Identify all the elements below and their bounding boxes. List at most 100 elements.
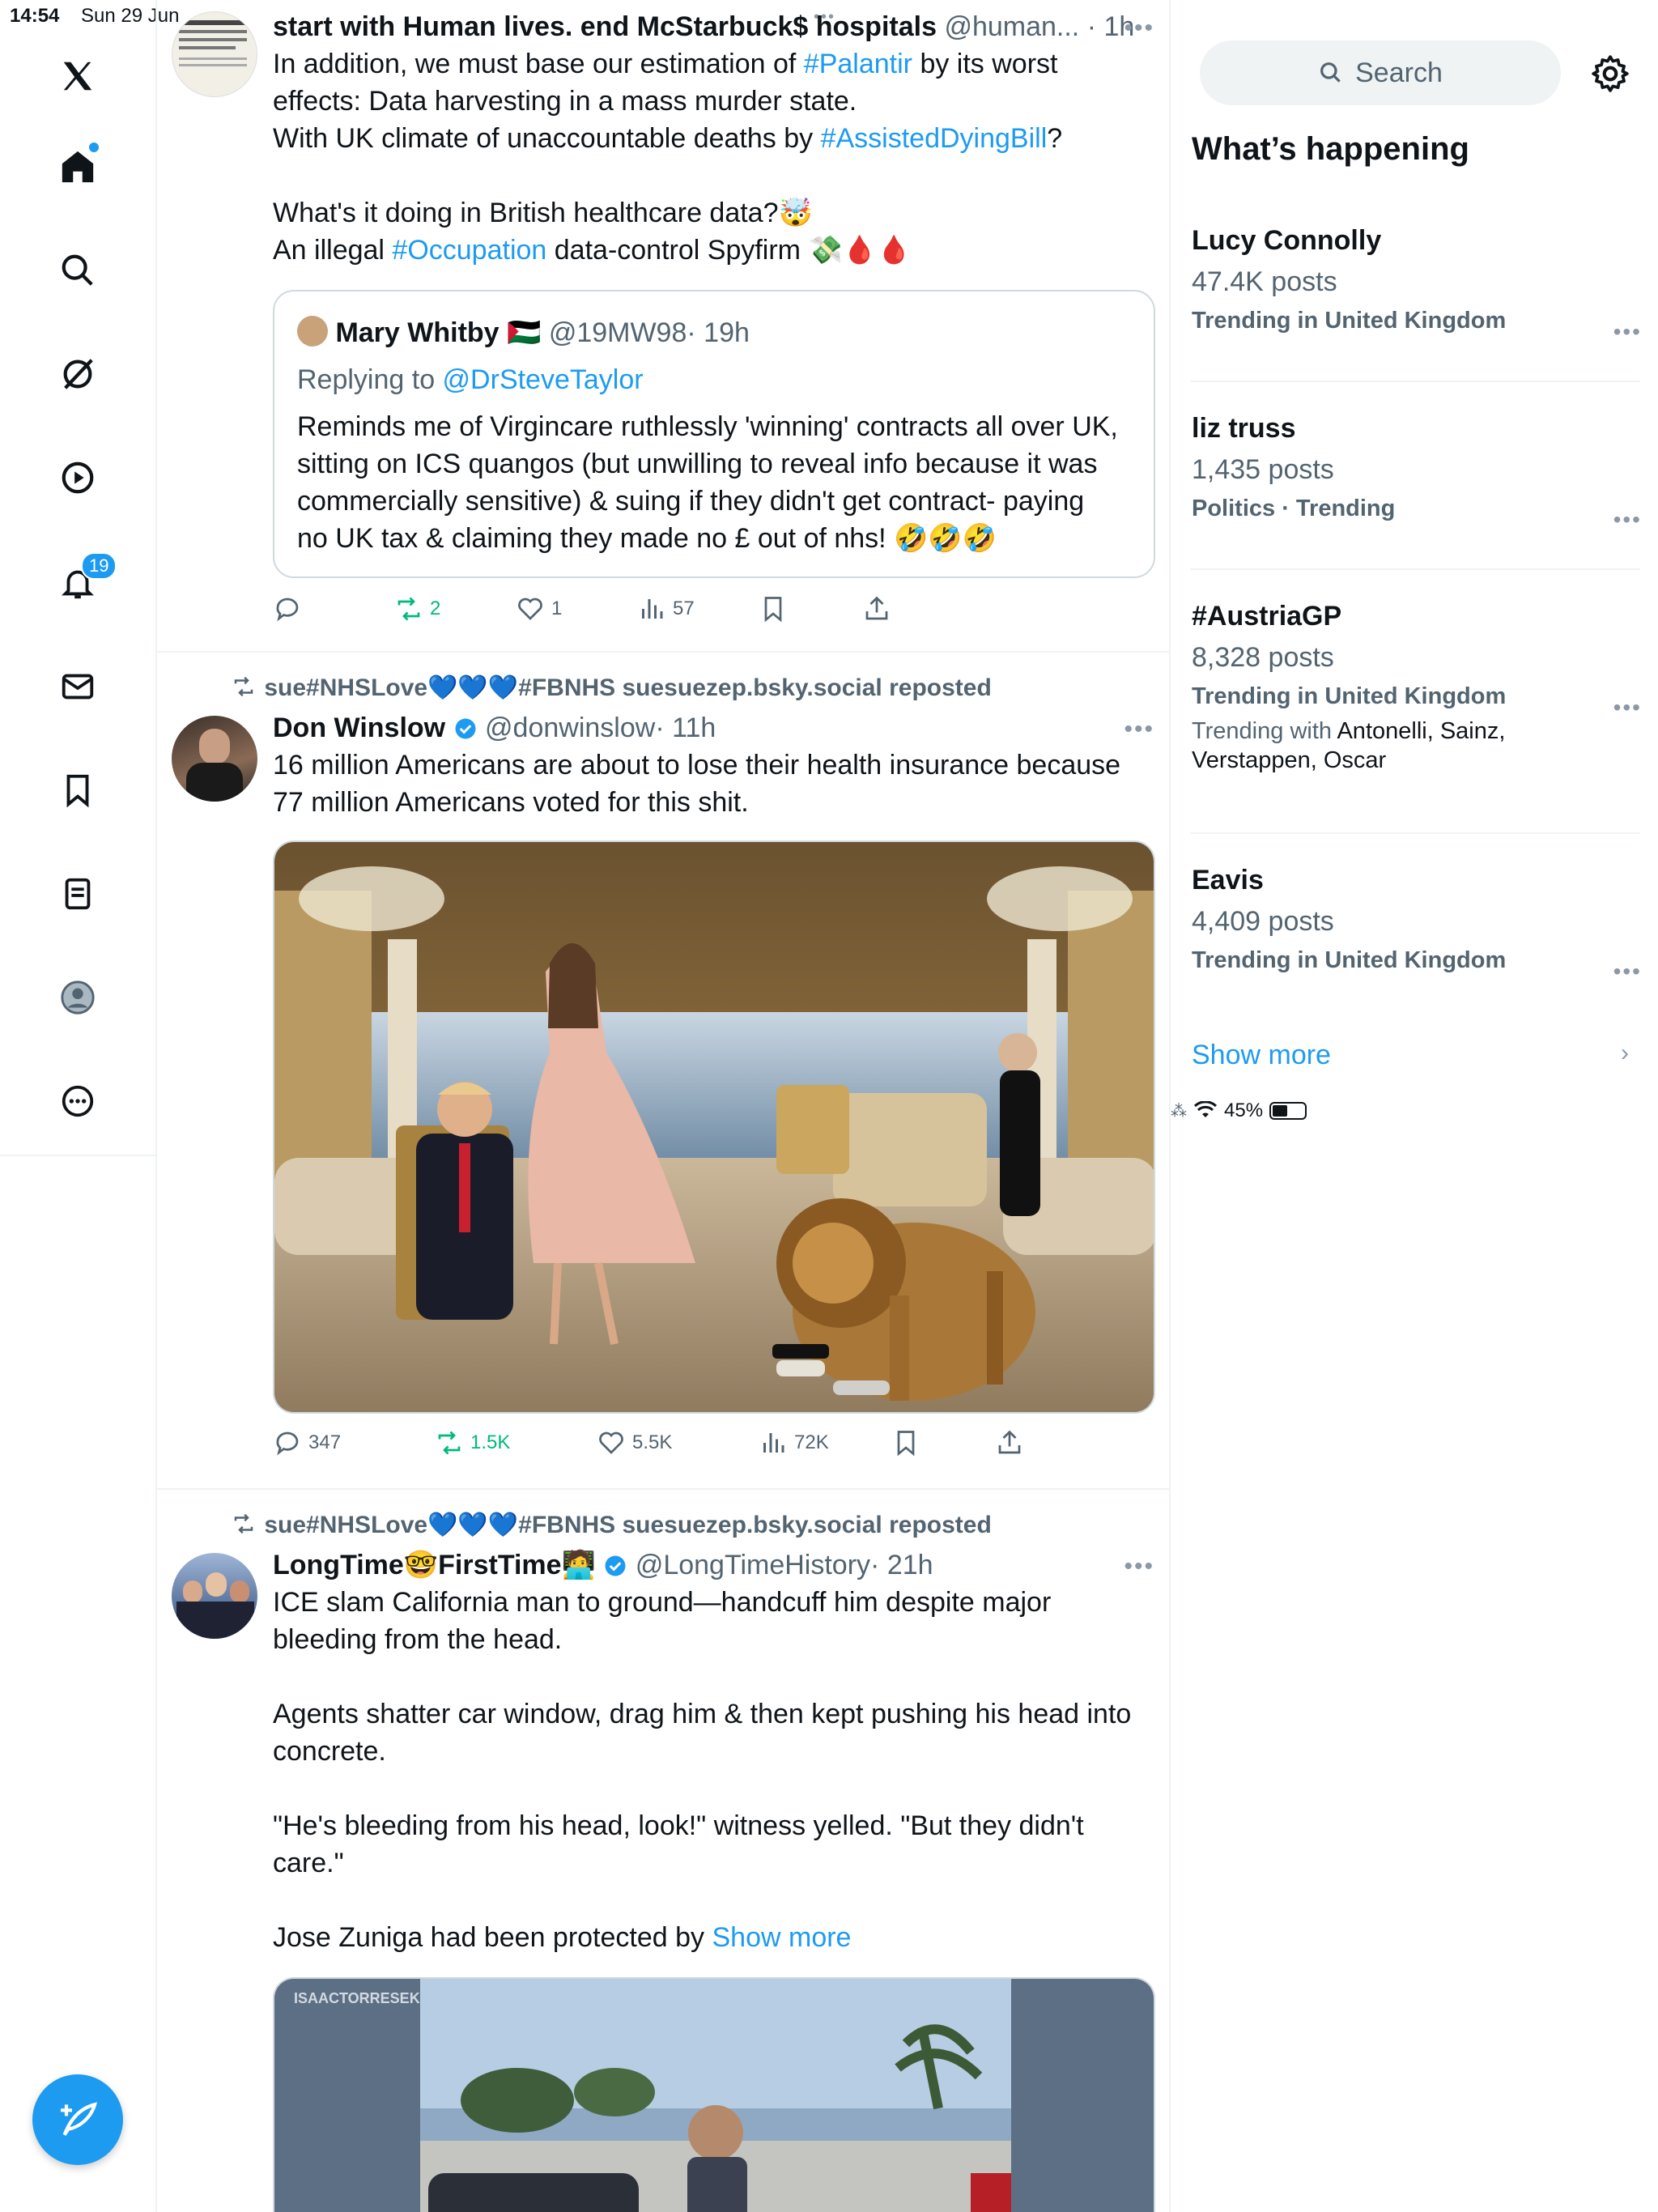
video-watermark: ISAACTORRESEK xyxy=(294,1990,420,2006)
author-handle[interactable]: @donwinslow xyxy=(485,713,655,743)
trend-item[interactable]: Lucy Connolly 47.4K posts Trending in Un… xyxy=(1192,225,1645,344)
trend-count: 8,328 posts xyxy=(1192,642,1334,673)
notifications-badge: 19 xyxy=(81,552,117,580)
tweet-1-text-line-3: With UK climate of unaccountable deaths … xyxy=(273,123,1063,154)
tweet-3[interactable]: sue#NHSLove💙💙💙#FBNHS suesuezep.bsky.soci… xyxy=(157,1490,1169,2212)
tweet-2-actions: 347 1.5K 5.5K 72K xyxy=(273,1428,1021,1461)
repost-button[interactable]: 1.5K xyxy=(435,1428,510,1457)
replying-to-handle[interactable]: @DrSteveTaylor xyxy=(443,364,644,395)
repost-count: 1.5K xyxy=(470,1431,511,1453)
verified-icon xyxy=(455,718,476,739)
trend-with: Trending with Antonelli, Sainz, Verstappe… xyxy=(1192,718,1506,773)
tweet-3-video[interactable]: ISAACTORRESEK xyxy=(273,1977,1155,2212)
quoted-text-line-3: commercially sensitive) & suing if they … xyxy=(297,486,1085,517)
verified-icon xyxy=(605,1555,626,1576)
grok-icon[interactable] xyxy=(52,348,104,400)
search-icon[interactable] xyxy=(52,245,104,296)
quoted-author-name[interactable]: Mary Whitby 🇵🇸 xyxy=(335,317,541,348)
settings-gear-icon[interactable] xyxy=(1590,53,1630,94)
trend-title: #AustriaGP xyxy=(1192,601,1342,632)
more-icon[interactable] xyxy=(52,1075,104,1127)
profile-icon[interactable] xyxy=(52,972,104,1023)
trend-item[interactable]: Eavis 4,409 posts Trending in United Kin… xyxy=(1192,865,1645,984)
bookmark-icon xyxy=(764,597,782,623)
reposted-by[interactable]: sue#NHSLove💙💙💙#FBNHS suesuezep.bsky.soci… xyxy=(230,674,992,702)
show-more-link[interactable]: Show more xyxy=(712,1922,852,1953)
x-logo-icon[interactable] xyxy=(52,50,104,102)
search-input[interactable]: Search xyxy=(1200,40,1561,105)
post-time[interactable]: · 21h xyxy=(870,1550,933,1580)
share-button[interactable] xyxy=(995,1428,1024,1457)
views-button[interactable]: 57 xyxy=(637,594,695,623)
notifications-icon[interactable]: 19 xyxy=(52,552,117,609)
hashtag-occupation[interactable]: #Occupation xyxy=(392,235,546,266)
tweet-3-text-line-6: care." xyxy=(273,1848,344,1878)
messages-icon[interactable] xyxy=(52,661,104,713)
tweet-1-text-line-1: In addition, we must base our estimation… xyxy=(273,49,1058,79)
home-icon[interactable] xyxy=(52,141,104,193)
tweet-2[interactable]: sue#NHSLove💙💙💙#FBNHS suesuezep.bsky.soci… xyxy=(157,653,1169,1490)
bookmarks-icon[interactable] xyxy=(52,764,104,816)
tweet-1[interactable]: start with Human lives. end McStarbuck$ … xyxy=(157,0,1169,653)
like-button[interactable]: 1 xyxy=(516,594,562,623)
author-name[interactable]: Don Winslow xyxy=(273,713,445,743)
avatar-don-winslow[interactable] xyxy=(172,716,257,802)
tweet-2-body: Don Winslow @donwinslow· 11h 16 million … xyxy=(273,709,1155,821)
reposted-by[interactable]: sue#NHSLove💙💙💙#FBNHS suesuezep.bsky.soci… xyxy=(230,1511,992,1539)
video-icon[interactable] xyxy=(52,452,104,504)
bookmark-button[interactable] xyxy=(891,1428,920,1457)
tweet-1-more-button[interactable]: ••• xyxy=(1124,15,1154,42)
trend-more-button[interactable]: ••• xyxy=(1613,507,1642,533)
author-name[interactable]: LongTime🤓FirstTime🧑‍💻 xyxy=(273,1550,596,1580)
author-name[interactable]: start with Human lives. end McStarbuck$ … xyxy=(273,11,937,42)
tweet-3-more-button[interactable]: ••• xyxy=(1124,1553,1154,1580)
trend-meta: Trending in United Kingdom xyxy=(1192,683,1507,709)
sidebar-nav: 19 xyxy=(0,32,157,1156)
show-more-trends-link[interactable]: Show more xyxy=(1192,1040,1331,1071)
trend-count: 4,409 posts xyxy=(1192,906,1334,937)
repost-count: 2 xyxy=(430,598,441,619)
tweet-1-text-line-2: effects: Data harvesting in a mass murde… xyxy=(273,86,857,117)
trend-meta: Trending in United Kingdom xyxy=(1192,308,1507,334)
tweet-3-text-line-1: ICE slam California man to ground—handcu… xyxy=(273,1587,1052,1618)
quoted-author-handle[interactable]: @19MW98 xyxy=(549,317,687,348)
author-handle[interactable]: @LongTimeHistory xyxy=(636,1550,870,1580)
trend-item[interactable]: #AustriaGP 8,328 posts Trending in Unite… xyxy=(1192,601,1645,775)
hashtag-palantir[interactable]: #Palantir xyxy=(804,49,912,79)
repost-button[interactable]: 2 xyxy=(394,594,440,623)
quoted-text-line-4: no UK tax & claiming they made no £ out … xyxy=(297,523,997,554)
trend-more-button[interactable]: ••• xyxy=(1613,319,1642,345)
quoted-avatar xyxy=(297,316,328,347)
trend-count: 47.4K posts xyxy=(1192,266,1337,297)
trend-more-button[interactable]: ••• xyxy=(1613,959,1642,985)
views-count: 57 xyxy=(673,598,695,619)
tweet-1-body: start with Human lives. end McStarbuck$ … xyxy=(273,8,1155,269)
reply-button[interactable]: 347 xyxy=(273,1428,341,1457)
avatar-newspaper[interactable] xyxy=(172,11,257,97)
tweet-2-more-button[interactable]: ••• xyxy=(1124,716,1154,743)
author-handle[interactable]: @human... xyxy=(944,11,1079,42)
tweet-3-text-line-2: bleeding from the head. xyxy=(273,1624,563,1655)
share-button[interactable] xyxy=(862,594,891,623)
views-button[interactable]: 72K xyxy=(759,1428,829,1457)
tweet-2-text-line-2: 77 million Americans voted for this shit… xyxy=(273,787,749,818)
trend-item[interactable]: liz truss 1,435 posts Politics · Trendin… xyxy=(1192,413,1645,532)
timeline-feed: start with Human lives. end McStarbuck$ … xyxy=(157,0,1169,2212)
like-button[interactable]: 5.5K xyxy=(597,1428,672,1457)
compose-post-button[interactable] xyxy=(32,2074,123,2165)
lists-icon[interactable] xyxy=(52,868,104,920)
chevron-right-icon[interactable]: › xyxy=(1621,1040,1629,1067)
trend-divider xyxy=(1190,832,1640,834)
post-time[interactable]: · 11h xyxy=(655,713,716,743)
trend-title: Eavis xyxy=(1192,865,1264,895)
trend-more-button[interactable]: ••• xyxy=(1613,695,1642,721)
hashtag-assisteddyingbill[interactable]: #AssistedDyingBill xyxy=(821,123,1048,154)
tweet-3-text-line-7: Jose Zuniga had been protected by Show m… xyxy=(273,1922,852,1953)
bookmark-button[interactable] xyxy=(759,594,788,623)
tweet-2-image[interactable] xyxy=(273,840,1155,1414)
avatar-longtime-firsttime[interactable] xyxy=(172,1553,257,1639)
reply-button[interactable] xyxy=(273,594,302,623)
tweet-3-body: LongTime🤓FirstTime🧑‍💻 @LongTimeHistory· … xyxy=(273,1546,1155,1956)
tweet-1-header: start with Human lives. end McStarbuck$ … xyxy=(273,8,1155,45)
quoted-tweet[interactable]: Mary Whitby 🇵🇸 @19MW98· 19h Replying to … xyxy=(273,290,1155,578)
